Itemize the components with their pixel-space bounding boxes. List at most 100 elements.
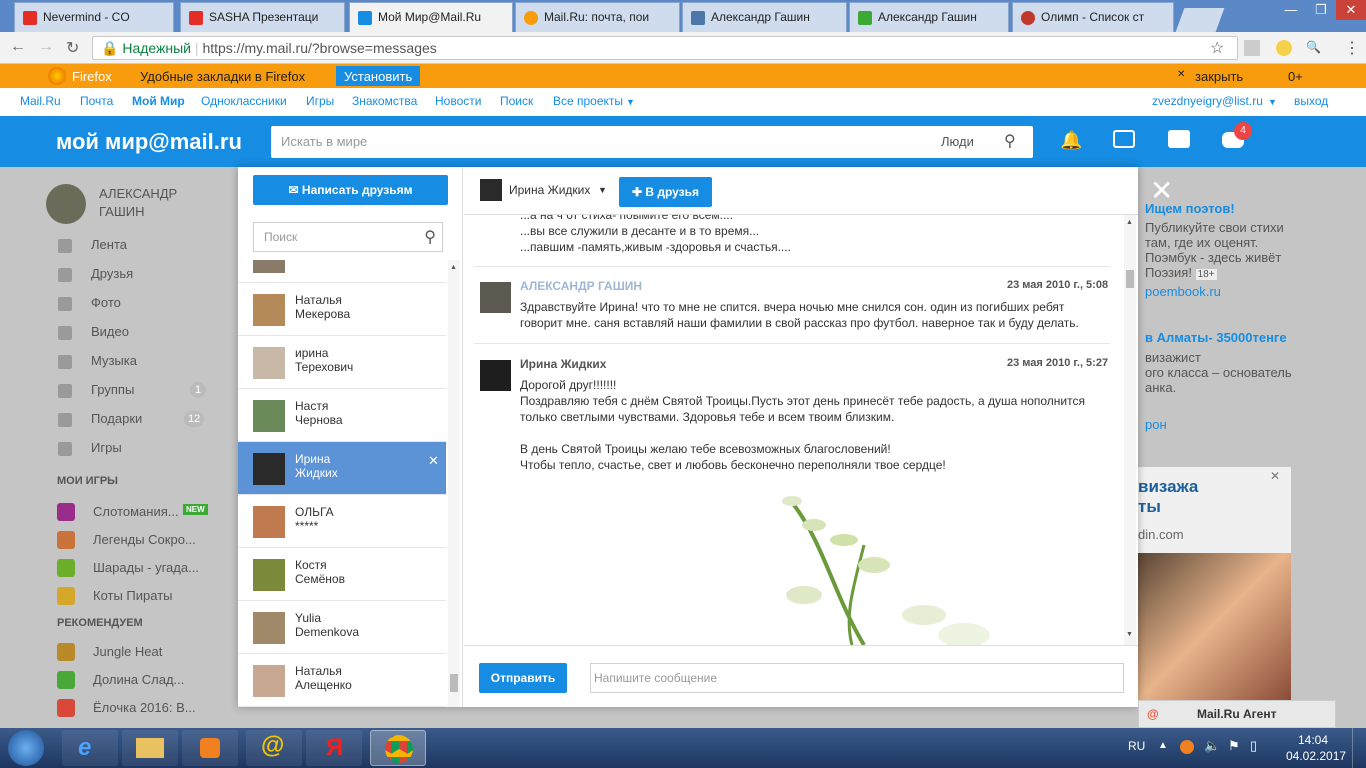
portal-link-dating[interactable]: Знакомства: [352, 94, 417, 108]
game-icon[interactable]: [57, 503, 75, 521]
ad-title-2[interactable]: в Алматы- 35000тенге: [1145, 330, 1287, 345]
yandex-taskbar-icon[interactable]: Я: [306, 730, 362, 766]
close-window-icon[interactable]: ✕: [1336, 0, 1366, 20]
media-taskbar-icon[interactable]: [182, 730, 238, 766]
sidebar-item[interactable]: Фото: [91, 295, 121, 310]
game-item[interactable]: Коты Пираты: [93, 588, 173, 603]
portal-link-search[interactable]: Поиск: [500, 94, 533, 108]
weather-extension-icon[interactable]: [1276, 40, 1292, 56]
minimize-icon[interactable]: —: [1276, 0, 1306, 20]
bell-icon[interactable]: 🔔: [1060, 130, 1082, 151]
new-tab-button[interactable]: [1175, 8, 1225, 32]
contact-item[interactable]: ОЛЬГА *****: [238, 495, 446, 548]
tray-app-icon[interactable]: [1180, 740, 1194, 754]
write-friends-button[interactable]: ✉ Написать друзьям: [253, 175, 448, 205]
chats-icon[interactable]: [1113, 130, 1135, 148]
portal-link-mail[interactable]: Почта: [80, 94, 113, 108]
contact-item[interactable]: ирина Терехович: [238, 336, 446, 389]
install-button[interactable]: Установить: [336, 66, 421, 86]
network-icon[interactable]: ▯: [1250, 738, 1257, 754]
recommended-item[interactable]: Jungle Heat: [93, 644, 162, 659]
tab-olimp[interactable]: Олимп - Список ст: [1012, 2, 1174, 32]
game-icon[interactable]: [57, 587, 75, 605]
close-promo-icon[interactable]: ✕: [1177, 69, 1185, 80]
scrollbar[interactable]: ▲: [448, 260, 460, 707]
url-field[interactable]: 🔒 Надежный | https://my.mail.ru/?browse=…: [92, 36, 1238, 60]
tab-mail[interactable]: Mail.Ru: почта, пои: [515, 2, 680, 32]
portal-link-my-world[interactable]: Мой Мир: [132, 94, 185, 108]
scroll-thumb[interactable]: [1126, 270, 1134, 288]
avatar[interactable]: [480, 282, 511, 313]
contact-item[interactable]: Наталья Алещенко: [238, 654, 446, 707]
chevron-down-icon[interactable]: ▼: [598, 185, 607, 195]
close-promo-link[interactable]: закрыть: [1195, 69, 1243, 84]
message-input[interactable]: Напишите сообщение: [590, 663, 1124, 693]
sidebar-item[interactable]: Видео: [91, 324, 129, 339]
profile-name[interactable]: АЛЕКСАНДР ГАШИН: [99, 185, 189, 221]
portal-link-games[interactable]: Игры: [306, 94, 334, 108]
portal-link-all-projects[interactable]: Все проекты: [553, 94, 623, 108]
avatar[interactable]: [480, 360, 511, 391]
user-email[interactable]: zvezdnyeigry@list.ru: [1152, 94, 1263, 108]
game-item[interactable]: Легенды Сокро...: [93, 532, 196, 547]
close-icon[interactable]: ✕: [1270, 469, 1280, 483]
search-extension-icon[interactable]: 🔍: [1306, 40, 1321, 54]
game-icon[interactable]: [57, 671, 75, 689]
clock-date[interactable]: 04.02.2017: [1286, 749, 1346, 763]
bookmark-star-icon[interactable]: ☆: [1210, 38, 1224, 58]
recommended-item[interactable]: Ёлочка 2016: В...: [93, 700, 196, 715]
game-icon[interactable]: [57, 531, 75, 549]
mail-agent-bar[interactable]: @ Mail.Ru Агент: [1138, 700, 1336, 728]
contact-item[interactable]: Алексеева: [238, 260, 446, 283]
message-author[interactable]: АЛЕКСАНДР ГАШИН: [520, 279, 642, 293]
tab-sasha[interactable]: SASHA Презентаци: [180, 2, 345, 32]
logout-link[interactable]: выход: [1294, 94, 1328, 108]
message-author[interactable]: Ирина Жидких: [520, 357, 606, 371]
language-indicator[interactable]: RU: [1128, 739, 1145, 753]
logo[interactable]: мой мир@mail.ru: [56, 129, 242, 155]
ad-card[interactable]: ✕ визажа ты din.com: [1138, 467, 1291, 727]
chat-user-name[interactable]: Ирина Жидких: [509, 183, 590, 197]
tray-arrow-icon[interactable]: ▲: [1158, 740, 1168, 751]
contact-item[interactable]: Yulia Demenkova: [238, 601, 446, 654]
contact-item[interactable]: Костя Семёнов: [238, 548, 446, 601]
close-conversation-icon[interactable]: ✕: [428, 453, 439, 469]
send-button[interactable]: Отправить: [479, 663, 567, 693]
sidebar-item[interactable]: Группы: [91, 382, 134, 397]
game-icon[interactable]: [57, 559, 75, 577]
avatar[interactable]: [46, 184, 86, 224]
sidebar-item[interactable]: Лента: [91, 237, 127, 252]
reload-icon[interactable]: ↻: [66, 38, 79, 58]
ad-link[interactable]: poembook.ru: [1145, 284, 1221, 299]
ie-taskbar-icon[interactable]: e: [62, 730, 118, 766]
flag-icon[interactable]: ⚑: [1228, 738, 1240, 754]
contact-item[interactable]: Настя Чернова: [238, 389, 446, 442]
recommended-item[interactable]: Долина Слад...: [93, 672, 184, 687]
contact-item[interactable]: Ирина Жидких ✕: [238, 442, 446, 495]
clock-time[interactable]: 14:04: [1298, 733, 1328, 747]
maximize-icon[interactable]: ❐: [1306, 0, 1336, 20]
search-icon[interactable]: ⚲: [424, 227, 436, 247]
messages-icon[interactable]: [1168, 130, 1190, 148]
scroll-thumb[interactable]: [450, 674, 458, 692]
portal-link-mailru[interactable]: Mail.Ru: [20, 94, 61, 108]
contacts-search-input[interactable]: Поиск ⚲: [253, 222, 443, 252]
show-desktop-button[interactable]: [1352, 728, 1366, 768]
game-icon[interactable]: [57, 699, 75, 717]
game-item[interactable]: Слотомания...: [93, 504, 179, 519]
tab-gashin[interactable]: Александр Гашин: [849, 2, 1009, 32]
contact-item[interactable]: Наталья Мекерова: [238, 283, 446, 336]
forward-icon[interactable]: →: [38, 38, 54, 56]
game-icon[interactable]: [57, 643, 75, 661]
back-icon[interactable]: ←: [10, 38, 26, 56]
tab-vk[interactable]: Александр Гашин: [682, 2, 847, 32]
volume-icon[interactable]: 🔈: [1204, 738, 1220, 754]
close-dialog-icon[interactable]: ✕: [1150, 177, 1173, 205]
sidebar-item[interactable]: Музыка: [91, 353, 137, 368]
portal-link-news[interactable]: Новости: [435, 94, 481, 108]
sidebar-item[interactable]: Друзья: [91, 266, 133, 281]
global-search-input[interactable]: Искать в мире Люди ⚲: [271, 126, 1033, 158]
game-item[interactable]: Шарады - угада...: [93, 560, 199, 575]
chat-user-avatar[interactable]: [480, 179, 502, 201]
explorer-taskbar-icon[interactable]: [122, 730, 178, 766]
